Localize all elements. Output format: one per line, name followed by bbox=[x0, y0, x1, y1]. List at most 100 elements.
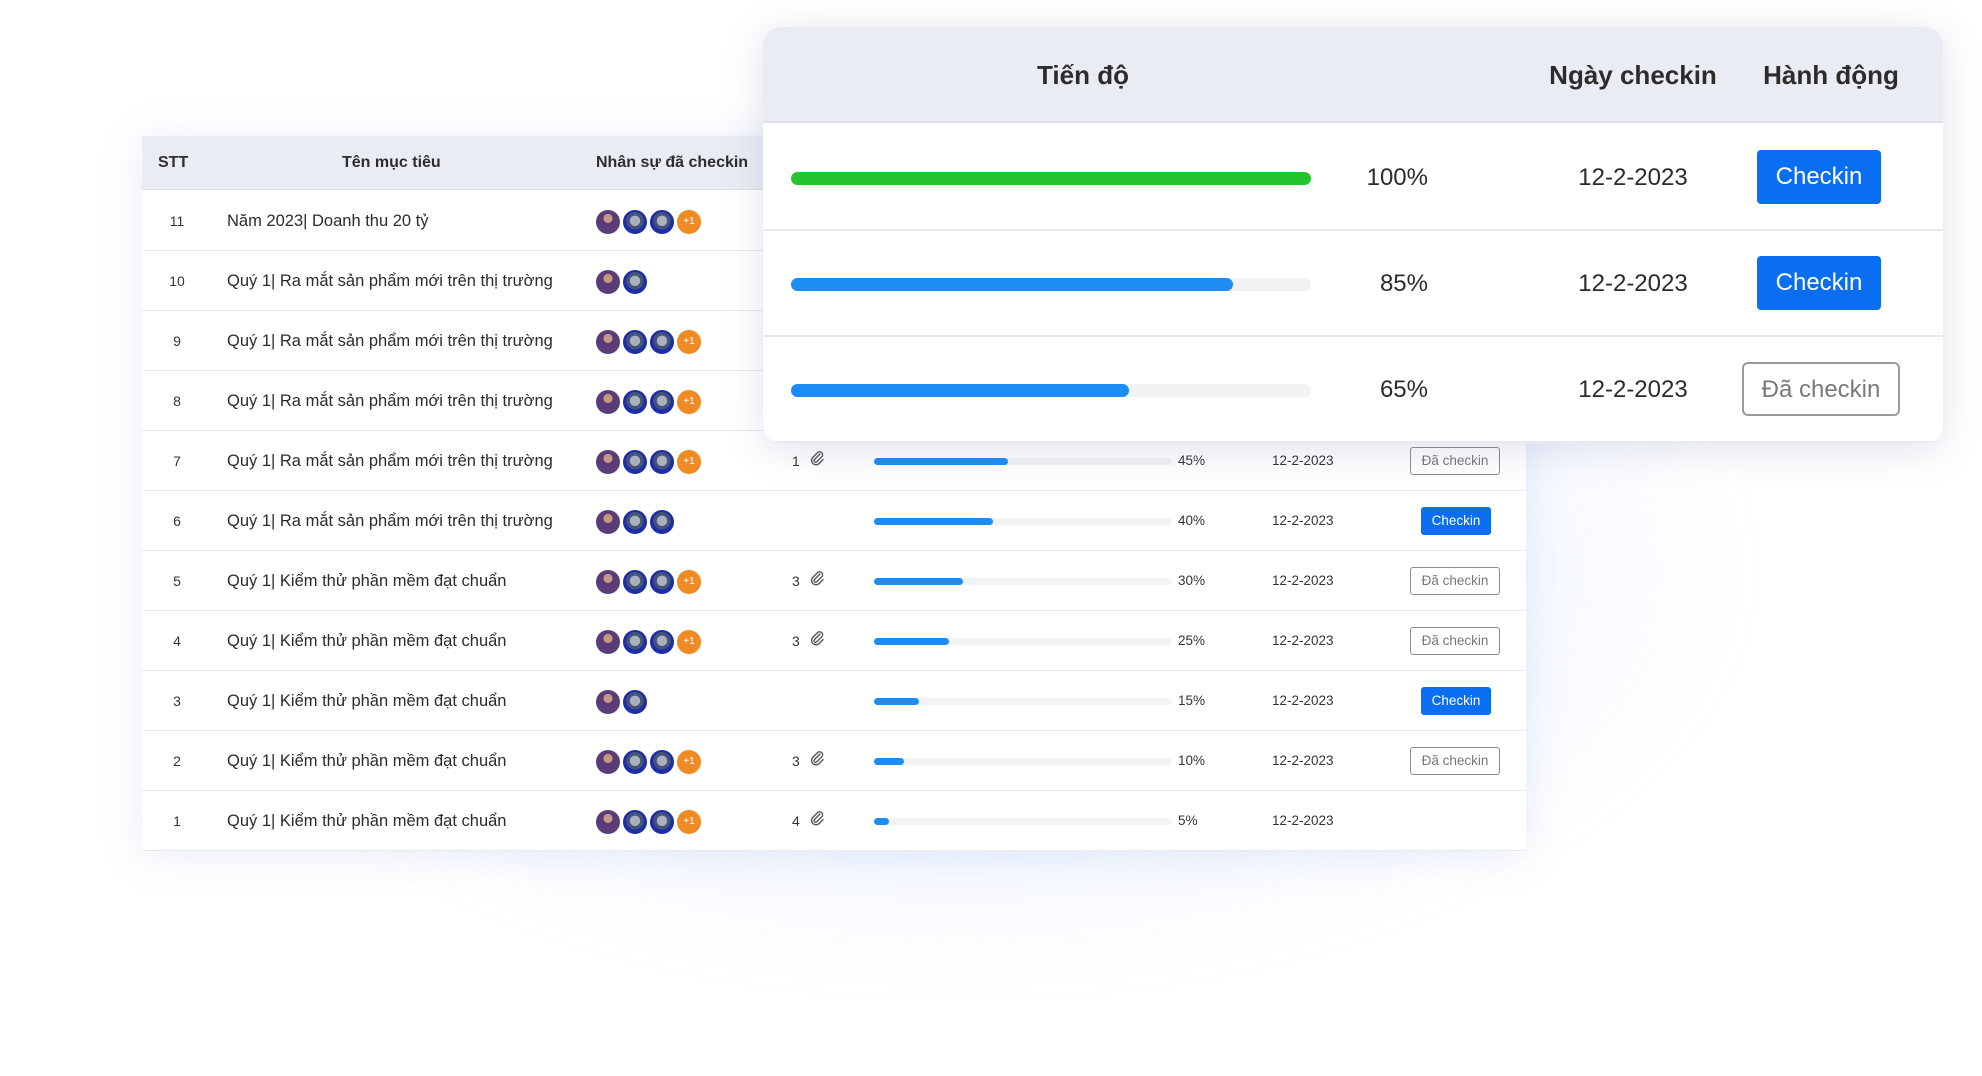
avatar[interactable] bbox=[621, 388, 649, 416]
avatar[interactable] bbox=[648, 508, 676, 536]
row-stt: 2 bbox=[173, 753, 181, 769]
objective-name[interactable]: Quý 1| Ra mắt sản phẩm mới trên thị trườ… bbox=[227, 311, 553, 371]
more-staff-badge[interactable]: +1 bbox=[675, 208, 703, 236]
avatar[interactable] bbox=[648, 328, 676, 356]
table-row: 6 Quý 1| Ra mắt sản phẩm mới trên thị trư… bbox=[142, 491, 1526, 551]
avatar[interactable] bbox=[648, 568, 676, 596]
table-row: 1 Quý 1| Kiểm thử phần mềm đạt chuẩn +1 4 5%… bbox=[142, 791, 1526, 851]
more-staff-badge[interactable]: +1 bbox=[675, 388, 703, 416]
checkin-button[interactable]: Checkin bbox=[1757, 150, 1881, 204]
avatar[interactable] bbox=[621, 208, 649, 236]
avatar[interactable] bbox=[621, 448, 649, 476]
objective-name[interactable]: Quý 1| Ra mắt sản phẩm mới trên thị trườ… bbox=[227, 491, 553, 551]
row-stt: 9 bbox=[173, 333, 181, 349]
avatar[interactable] bbox=[594, 808, 622, 836]
checkin-date: 12-2-2023 bbox=[1272, 693, 1334, 708]
attachment-count-value: 3 bbox=[792, 573, 800, 589]
table-row: 4 Quý 1| Kiểm thử phần mềm đạt chuẩn +1 3 25… bbox=[142, 611, 1526, 671]
avatar[interactable] bbox=[648, 208, 676, 236]
avatar[interactable] bbox=[594, 748, 622, 776]
checked-in-button[interactable]: Đã checkin bbox=[1410, 447, 1500, 475]
objective-name[interactable]: Quý 1| Ra mắt sản phẩm mới trên thị trườ… bbox=[227, 371, 553, 431]
header-action: Hành động bbox=[1763, 60, 1899, 90]
checked-in-button[interactable]: Đã checkin bbox=[1410, 747, 1500, 775]
avatar[interactable] bbox=[621, 748, 649, 776]
attachment-count[interactable]: 3 bbox=[792, 731, 824, 791]
card-row: 65% 12-2-2023 Đã checkin bbox=[763, 337, 1943, 443]
checked-in-button[interactable]: Đã checkin bbox=[1410, 567, 1500, 595]
paperclip-icon[interactable] bbox=[810, 611, 824, 671]
objective-name[interactable]: Năm 2023| Doanh thu 20 tỷ bbox=[227, 191, 429, 251]
avatar[interactable] bbox=[594, 328, 622, 356]
attachment-count-value: 3 bbox=[792, 633, 800, 649]
objective-name[interactable]: Quý 1| Kiểm thử phần mềm đạt chuẩn bbox=[227, 791, 506, 851]
objective-name[interactable]: Quý 1| Kiểm thử phần mềm đạt chuẩn bbox=[227, 731, 506, 791]
progress-bar bbox=[874, 578, 1172, 585]
avatar[interactable] bbox=[648, 628, 676, 656]
attachment-count[interactable]: 3 bbox=[792, 551, 824, 611]
objective-name[interactable]: Quý 1| Kiểm thử phần mềm đạt chuẩn bbox=[227, 611, 506, 671]
checked-in-button[interactable]: Đã checkin bbox=[1742, 362, 1900, 416]
avatar[interactable] bbox=[621, 688, 649, 716]
progress-bar bbox=[791, 172, 1311, 185]
progress-bar bbox=[791, 384, 1311, 397]
row-stt: 11 bbox=[169, 213, 185, 229]
avatar[interactable] bbox=[621, 328, 649, 356]
avatar[interactable] bbox=[594, 208, 622, 236]
avatar[interactable] bbox=[621, 628, 649, 656]
card-header: Tiến độ Ngày checkin Hành động bbox=[763, 27, 1943, 123]
checkin-date: 12-2-2023 bbox=[1272, 513, 1334, 528]
table-row: 3 Quý 1| Kiểm thử phần mềm đạt chuẩn 15% 12… bbox=[142, 671, 1526, 731]
progress-percent: 100% bbox=[1366, 164, 1428, 191]
more-staff-badge[interactable]: +1 bbox=[675, 748, 703, 776]
checked-in-button[interactable]: Đã checkin bbox=[1410, 627, 1500, 655]
header-name: Tên mục tiêu bbox=[342, 154, 441, 171]
objective-name[interactable]: Quý 1| Ra mắt sản phẩm mới trên thị trườ… bbox=[227, 431, 553, 491]
checkin-button[interactable]: Checkin bbox=[1421, 507, 1491, 535]
avatar[interactable] bbox=[621, 508, 649, 536]
avatar[interactable] bbox=[594, 508, 622, 536]
table-row: 2 Quý 1| Kiểm thử phần mềm đạt chuẩn +1 3 10… bbox=[142, 731, 1526, 791]
objective-name[interactable]: Quý 1| Kiểm thử phần mềm đạt chuẩn bbox=[227, 551, 506, 611]
progress-bar bbox=[791, 278, 1311, 291]
checkin-date: 12-2-2023 bbox=[1272, 753, 1334, 768]
progress-fill bbox=[874, 818, 889, 825]
progress-fill bbox=[791, 172, 1311, 185]
more-staff-badge[interactable]: +1 bbox=[675, 628, 703, 656]
attachment-count-value: 3 bbox=[792, 753, 800, 769]
progress-bar bbox=[874, 638, 1172, 645]
checkin-date: 12-2-2023 bbox=[1272, 633, 1334, 648]
avatar[interactable] bbox=[621, 568, 649, 596]
avatar[interactable] bbox=[621, 268, 649, 296]
objective-name[interactable]: Quý 1| Ra mắt sản phẩm mới trên thị trườ… bbox=[227, 251, 553, 311]
objective-name[interactable]: Quý 1| Kiểm thử phần mềm đạt chuẩn bbox=[227, 671, 506, 731]
more-staff-badge[interactable]: +1 bbox=[675, 808, 703, 836]
paperclip-icon[interactable] bbox=[810, 551, 824, 611]
avatar[interactable] bbox=[594, 568, 622, 596]
paperclip-icon[interactable] bbox=[810, 731, 824, 791]
avatar[interactable] bbox=[648, 448, 676, 476]
avatar[interactable] bbox=[648, 388, 676, 416]
avatar[interactable] bbox=[648, 808, 676, 836]
avatar[interactable] bbox=[594, 448, 622, 476]
paperclip-icon[interactable] bbox=[810, 791, 824, 851]
checkin-button[interactable]: Checkin bbox=[1421, 687, 1491, 715]
attachment-count[interactable]: 3 bbox=[792, 611, 824, 671]
avatar[interactable] bbox=[648, 748, 676, 776]
card-row: 85% 12-2-2023 Checkin bbox=[763, 231, 1943, 337]
progress-percent: 10% bbox=[1178, 753, 1206, 768]
progress-percent: 65% bbox=[1379, 376, 1428, 403]
more-staff-badge[interactable]: +1 bbox=[675, 568, 703, 596]
avatar[interactable] bbox=[594, 688, 622, 716]
attachment-count[interactable]: 4 bbox=[792, 791, 824, 851]
row-stt: 10 bbox=[169, 273, 185, 289]
avatar[interactable] bbox=[621, 808, 649, 836]
avatar[interactable] bbox=[594, 268, 622, 296]
avatar[interactable] bbox=[594, 388, 622, 416]
progress-percent: 40% bbox=[1178, 513, 1206, 528]
row-stt: 1 bbox=[173, 813, 181, 829]
checkin-button[interactable]: Checkin bbox=[1757, 256, 1881, 310]
avatar[interactable] bbox=[594, 628, 622, 656]
more-staff-badge[interactable]: +1 bbox=[675, 448, 703, 476]
more-staff-badge[interactable]: +1 bbox=[675, 328, 703, 356]
